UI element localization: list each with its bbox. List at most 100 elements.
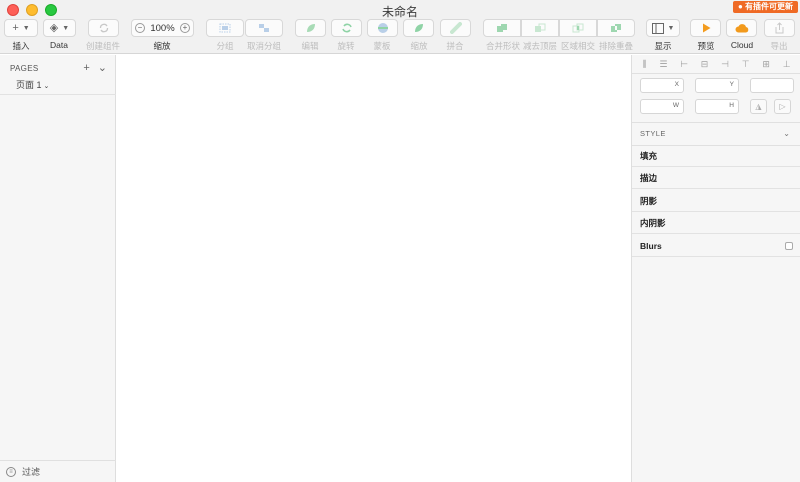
chevron-down-icon: ⌄ bbox=[783, 128, 790, 138]
intersect-button[interactable] bbox=[559, 19, 597, 37]
intersect-label: 区域相交 bbox=[560, 41, 596, 51]
title-bar: 未命名 ● 有插件可更新 + ▼ 插入 ◈ ▼ Data 创建组件 − 100%… bbox=[0, 0, 800, 54]
x-field-label: X bbox=[674, 81, 679, 88]
chevron-down-icon: ⌄ bbox=[43, 83, 50, 90]
inspector-divider bbox=[632, 122, 800, 123]
edit-button[interactable] bbox=[295, 19, 326, 37]
difference-label: 排除重叠 bbox=[598, 41, 634, 51]
y-field[interactable]: Y bbox=[695, 78, 739, 93]
flip-horizontal-icon: ▷ bbox=[779, 102, 786, 111]
chevron-down-icon: ▼ bbox=[667, 24, 675, 32]
ungroup-button[interactable] bbox=[245, 19, 283, 37]
h-field[interactable]: H bbox=[695, 99, 739, 114]
intersect-icon bbox=[572, 23, 584, 33]
pages-divider bbox=[0, 94, 116, 95]
mask-icon bbox=[377, 23, 388, 33]
border-label: 描边 bbox=[640, 172, 658, 183]
blurs-checkbox[interactable] bbox=[785, 241, 793, 250]
distribute-vertical-icon[interactable]: ☰ bbox=[659, 59, 667, 69]
canvas[interactable] bbox=[116, 55, 631, 482]
difference-button[interactable] bbox=[597, 19, 635, 37]
cloud-icon bbox=[735, 23, 748, 32]
mask-label: 蒙板 bbox=[373, 41, 391, 51]
group-icon bbox=[219, 23, 231, 33]
plugin-update-badge[interactable]: ● 有插件可更新 bbox=[732, 1, 798, 13]
edit-shape-icon bbox=[306, 24, 315, 32]
view-button[interactable]: ▼ bbox=[646, 19, 680, 37]
window-title: 未命名 bbox=[381, 5, 418, 19]
rotation-field[interactable] bbox=[750, 78, 794, 93]
blurs-label: Blurs bbox=[640, 240, 662, 251]
mask-button[interactable] bbox=[367, 19, 398, 37]
preview-label: 预览 bbox=[697, 41, 715, 51]
shadow-label: 阴影 bbox=[640, 195, 658, 206]
align-right-icon[interactable]: ⊣ bbox=[721, 59, 729, 69]
union-button[interactable] bbox=[483, 19, 521, 37]
preview-button[interactable] bbox=[690, 19, 721, 37]
chevron-down-icon: ▼ bbox=[22, 24, 30, 32]
data-label: Data bbox=[50, 40, 68, 50]
share-icon bbox=[775, 22, 784, 34]
inspector-divider bbox=[632, 73, 800, 74]
align-center-horizontal-icon[interactable]: ⊟ bbox=[701, 59, 709, 69]
flip-button[interactable]: ▷ bbox=[774, 99, 791, 114]
flip-vertical-icon: ◮ bbox=[755, 102, 762, 111]
scale-label: 缩放 bbox=[410, 41, 428, 51]
pages-actions: + ⌄ bbox=[83, 62, 107, 74]
w-field-label: W bbox=[672, 102, 679, 109]
lock-ratio-button[interactable]: ◮ bbox=[750, 99, 767, 114]
page-item-label: 页面 1 bbox=[16, 80, 42, 90]
data-button[interactable]: ◈ ▼ bbox=[43, 19, 76, 37]
inner-shadow-section[interactable]: 内阴影 bbox=[632, 212, 800, 234]
group-button[interactable] bbox=[206, 19, 244, 37]
align-top-icon[interactable]: ⊤ bbox=[742, 59, 750, 69]
page-item[interactable]: 页面 1 ⌄ bbox=[16, 78, 49, 91]
shadow-section[interactable]: 阴影 bbox=[632, 190, 800, 212]
filter-icon: ≡ bbox=[6, 466, 16, 477]
align-left-icon[interactable]: ⊢ bbox=[680, 59, 688, 69]
chevron-down-icon: ▼ bbox=[62, 24, 70, 32]
flatten-button[interactable] bbox=[440, 19, 471, 37]
w-field[interactable]: W bbox=[640, 99, 684, 114]
play-icon bbox=[702, 23, 710, 33]
blurs-section[interactable]: Blurs bbox=[632, 235, 800, 257]
zoom-control: − 100% + bbox=[131, 19, 194, 37]
zoom-label: 缩放 bbox=[153, 41, 171, 51]
scale-button[interactable] bbox=[403, 19, 434, 37]
insert-button[interactable]: + ▼ bbox=[4, 19, 38, 37]
refresh-icon bbox=[99, 23, 108, 33]
difference-icon bbox=[611, 24, 621, 32]
alignment-toolbar: ⫼ ☰ ⊢ ⊟ ⊣ ⊤ ⊞ ⊥ bbox=[632, 57, 800, 71]
inspector-panel: ⫼ ☰ ⊢ ⊟ ⊣ ⊤ ⊞ ⊥ X Y W H ◮ ▷ STYLE ⌄ 填充 描… bbox=[631, 55, 800, 482]
view-label: 显示 bbox=[654, 41, 672, 51]
export-button[interactable] bbox=[764, 19, 795, 37]
union-icon bbox=[497, 24, 507, 32]
style-title: STYLE bbox=[640, 128, 666, 138]
align-middle-vertical-icon[interactable]: ⊞ bbox=[762, 59, 770, 69]
add-page-icon[interactable]: + bbox=[83, 62, 89, 74]
filter-bar[interactable]: ≡ 过滤 bbox=[0, 460, 116, 482]
zoom-value[interactable]: 100% bbox=[150, 23, 174, 34]
align-bottom-icon[interactable]: ⊥ bbox=[783, 59, 791, 69]
subtract-button[interactable] bbox=[521, 19, 559, 37]
zoom-in-button[interactable]: + bbox=[180, 23, 190, 33]
flatten-label: 拼合 bbox=[446, 41, 464, 51]
cloud-label: Cloud bbox=[730, 40, 754, 50]
border-section[interactable]: 描边 bbox=[632, 167, 800, 189]
fill-section[interactable]: 填充 bbox=[632, 145, 800, 167]
ungroup-icon bbox=[259, 24, 269, 32]
y-field-label: Y bbox=[729, 81, 734, 88]
x-field[interactable]: X bbox=[640, 78, 684, 93]
collapse-pages-icon[interactable]: ⌄ bbox=[98, 62, 107, 74]
rotate-button[interactable] bbox=[331, 19, 362, 37]
zoom-out-button[interactable]: − bbox=[135, 23, 145, 33]
plus-icon: + bbox=[12, 21, 19, 34]
distribute-horizontal-icon[interactable]: ⫼ bbox=[642, 59, 646, 69]
cloud-button[interactable] bbox=[726, 19, 757, 37]
group-label: 分组 bbox=[216, 41, 234, 51]
rotate-icon bbox=[341, 23, 352, 33]
style-header[interactable]: STYLE ⌄ bbox=[640, 127, 790, 139]
h-field-label: H bbox=[729, 102, 734, 109]
layers-sidebar: PAGES + ⌄ 页面 1 ⌄ ≡ 过滤 bbox=[0, 55, 116, 482]
create-symbol-button[interactable] bbox=[88, 19, 119, 37]
